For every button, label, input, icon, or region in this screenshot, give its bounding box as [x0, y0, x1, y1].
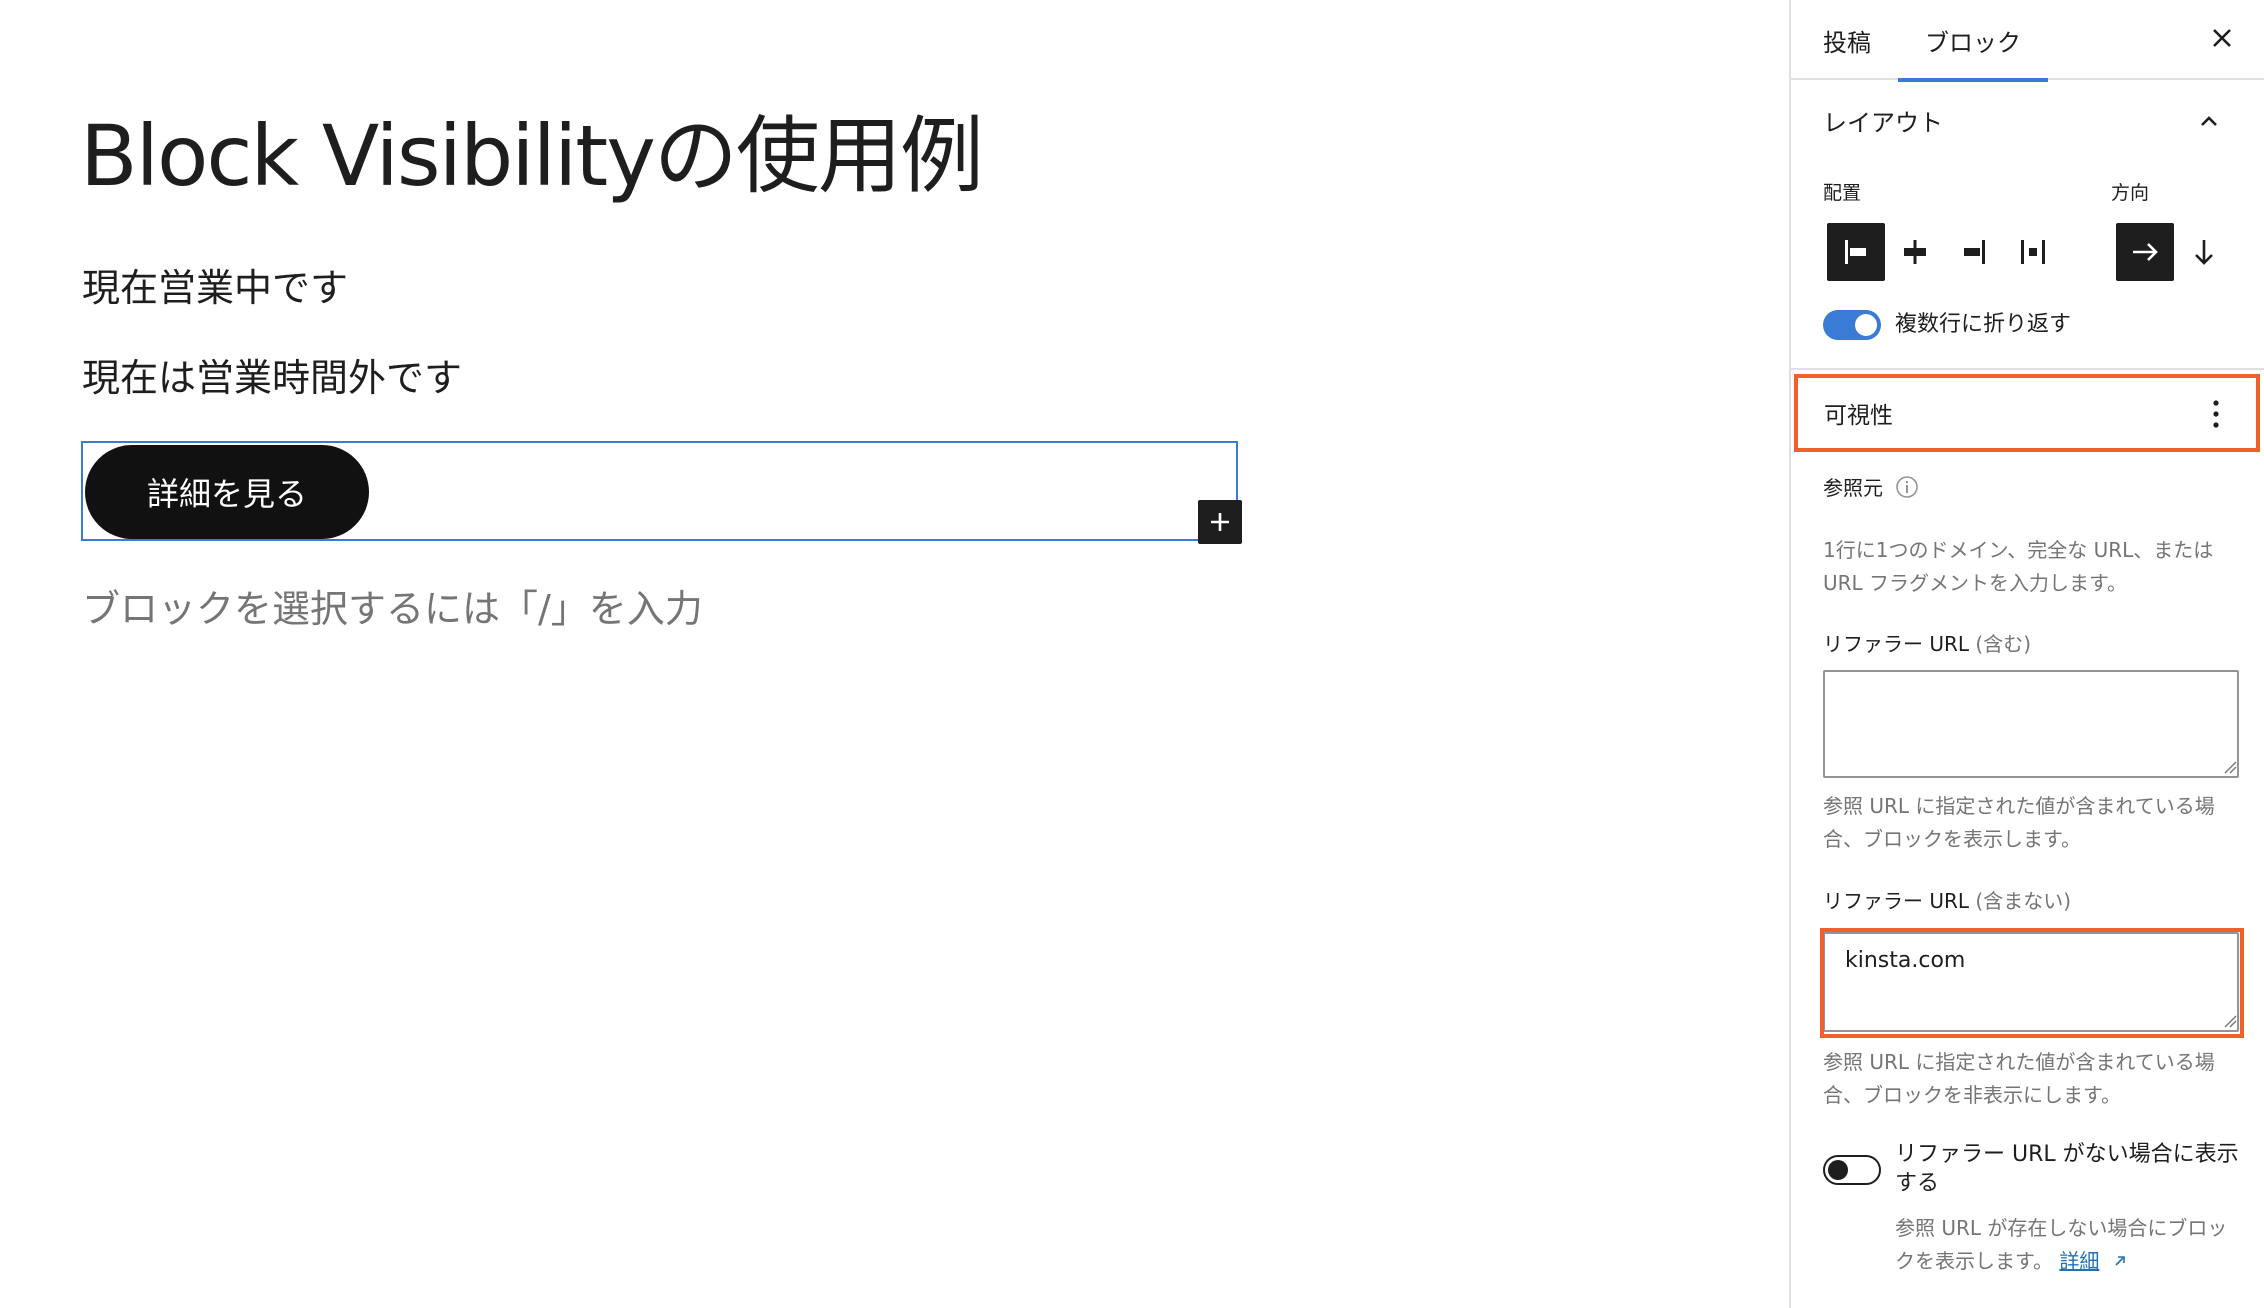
exclude-referrer-label: リファラー URL (含まない)	[1823, 885, 2071, 914]
visibility-panel-header[interactable]: 可視性	[1794, 374, 2260, 452]
wrap-toggle[interactable]	[1823, 310, 1881, 340]
close-sidebar-button[interactable]	[2202, 18, 2242, 58]
exclude-label-text: リファラー URL	[1823, 889, 1970, 913]
justify-space-between-button[interactable]	[2004, 223, 2062, 281]
include-label-suffix: (含む)	[1975, 632, 2032, 656]
justify-center-button[interactable]	[1886, 223, 1944, 281]
justify-left-button[interactable]	[1827, 223, 1885, 281]
include-referrer-textarea[interactable]	[1823, 670, 2239, 778]
justify-right-button[interactable]	[1945, 223, 2003, 281]
toggle-knob	[1828, 1160, 1848, 1180]
referrer-section-title: 参照元	[1823, 472, 1919, 501]
tab-block[interactable]: ブロック	[1898, 0, 2048, 82]
block-placeholder[interactable]: ブロックを選択するには「/」を入力	[82, 578, 703, 633]
paragraph-open[interactable]: 現在営業中です	[82, 264, 348, 313]
horizontal-direction-button[interactable]	[2116, 223, 2174, 281]
tab-block-label: ブロック	[1925, 28, 2021, 57]
include-label-text: リファラー URL	[1823, 632, 1970, 656]
tab-post-label: 投稿	[1823, 28, 1871, 57]
editor-canvas: Block Visibilityの使用例 現在営業中です 現在は営業時間外です …	[0, 0, 1789, 1308]
info-icon[interactable]	[1895, 475, 1919, 499]
justify-space-between-icon	[2021, 240, 2045, 264]
post-title[interactable]: Block Visibilityの使用例	[80, 108, 984, 205]
toggle-knob	[1855, 314, 1877, 336]
referrer-title-text: 参照元	[1823, 476, 1883, 500]
wrap-toggle-label: 複数行に折り返す	[1895, 312, 2072, 337]
layout-panel-title: レイアウト	[1823, 108, 1943, 137]
plus-icon	[1211, 513, 1229, 531]
chevron-up-icon	[2201, 116, 2217, 126]
settings-sidebar: 投稿 ブロック レイアウト 配置 方向 複数行に折り返す 可視性 参照元 1行に…	[1789, 0, 2264, 1308]
justify-left-icon	[1845, 240, 1866, 264]
panel-divider	[1791, 368, 2264, 370]
visibility-panel-title: 可視性	[1824, 403, 1893, 429]
block-inserter-button[interactable]	[1198, 500, 1242, 544]
include-help-text: 参照 URL に指定された値が含まれている場合、ブロックを表示します。	[1823, 794, 2215, 851]
justification-label: 配置	[1823, 182, 1862, 204]
exclude-label-suffix: (含まない)	[1975, 889, 2072, 913]
resize-handle-icon[interactable]	[2223, 1014, 2237, 1028]
vertical-direction-button[interactable]	[2175, 223, 2233, 281]
arrow-right-icon	[2133, 243, 2158, 261]
external-link-icon	[2115, 1256, 2125, 1266]
buttons-block-selected[interactable]: 詳細を見る	[81, 441, 1238, 541]
tab-post[interactable]: 投稿	[1823, 0, 1871, 80]
include-referrer-label: リファラー URL (含む)	[1823, 628, 2031, 657]
no-referrer-help: 参照 URL が存在しない場合にブロックを表示します。 詳細	[1895, 1212, 2245, 1278]
exclude-help-text: 参照 URL に指定された値が含まれている場合、ブロックを非表示にします。	[1823, 1050, 2215, 1107]
details-link[interactable]: 詳細	[2059, 1249, 2099, 1273]
exclude-referrer-textarea[interactable]: kinsta.com	[1823, 932, 2239, 1032]
visibility-options-button[interactable]	[2198, 392, 2234, 436]
details-button[interactable]: 詳細を見る	[85, 445, 369, 539]
more-vertical-icon	[2213, 400, 2219, 428]
referrer-help-text: 1行に1つのドメイン、完全な URL、または URL フラグメントを入力します。	[1823, 538, 2214, 595]
layout-panel-header[interactable]: レイアウト	[1791, 80, 2264, 160]
no-referrer-toggle[interactable]	[1823, 1155, 1881, 1185]
justify-center-icon	[1904, 240, 1926, 264]
close-icon	[2213, 29, 2231, 47]
no-referrer-label: リファラー URL がない場合に表示する	[1895, 1142, 2239, 1196]
resize-handle-icon[interactable]	[2223, 760, 2237, 774]
paragraph-closed[interactable]: 現在は営業時間外です	[82, 354, 462, 403]
justify-right-icon	[1964, 240, 1985, 264]
sidebar-tabs: 投稿 ブロック	[1791, 0, 2264, 82]
arrow-down-icon	[2195, 240, 2213, 265]
orientation-label: 方向	[2111, 182, 2150, 204]
